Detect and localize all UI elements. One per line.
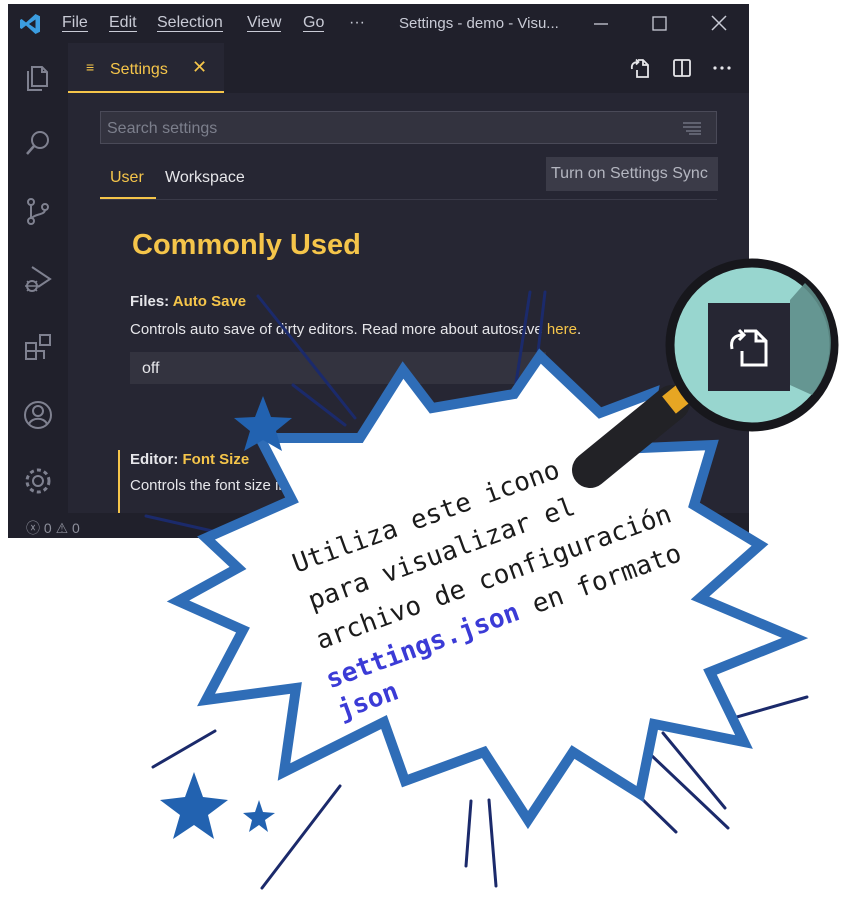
gear-icon[interactable]: [20, 463, 56, 499]
magnified-icon-panel: [708, 303, 790, 391]
extensions-icon[interactable]: [20, 329, 56, 365]
split-editor-icon[interactable]: [670, 56, 694, 80]
menu-edit[interactable]: Edit: [109, 14, 137, 32]
tab-strip: ≡ Settings ✕: [68, 43, 749, 93]
close-icon[interactable]: ✕: [192, 57, 207, 78]
chevron-down-icon: ⌄: [524, 358, 536, 374]
menu-more[interactable]: ···: [349, 14, 365, 32]
close-window-icon[interactable]: [704, 10, 734, 38]
window-title: Settings - demo - Visu...: [399, 15, 559, 32]
section-title: Commonly Used: [132, 229, 361, 261]
title-bar: File Edit Selection View Go ··· Settings…: [8, 4, 749, 43]
search-input[interactable]: Search settings: [100, 111, 717, 144]
modified-indicator: [118, 450, 120, 513]
tab-settings[interactable]: ≡ Settings ✕: [68, 43, 224, 93]
scope-tab-workspace[interactable]: Workspace: [165, 169, 245, 187]
menu-go[interactable]: Go: [303, 14, 325, 32]
problems-status[interactable]: ⓧ 0 ⚠ 0: [26, 518, 80, 538]
search-placeholder: Search settings: [107, 120, 218, 137]
font-size-title: Editor: Font Size: [130, 451, 250, 468]
maximize-icon[interactable]: [644, 10, 674, 38]
dropdown-value: off: [142, 360, 160, 377]
search-icon[interactable]: [20, 125, 56, 161]
settings-sync-button[interactable]: Turn on Settings Sync: [546, 157, 718, 191]
menu-file[interactable]: File: [62, 14, 88, 32]
files-icon[interactable]: [20, 58, 56, 94]
tab-label: Settings: [110, 61, 168, 78]
scope-tab-user[interactable]: User: [110, 169, 144, 187]
settings-editor: Search settings User Workspace Turn on S…: [68, 93, 749, 513]
menu-view[interactable]: View: [247, 14, 282, 32]
auto-save-name: Auto Save: [172, 293, 247, 310]
auto-save-dropdown[interactable]: off ⌄: [130, 352, 546, 384]
autosave-docs-link[interactable]: here: [547, 321, 577, 338]
settings-file-icon: ≡: [86, 59, 95, 75]
account-icon[interactable]: [20, 397, 56, 433]
vscode-window: File Edit Selection View Go ··· Settings…: [8, 4, 749, 538]
auto-save-title: Files: Auto Save: [130, 293, 247, 310]
filter-icon[interactable]: [682, 121, 702, 135]
star-icon: [243, 800, 275, 832]
minimize-icon[interactable]: [586, 10, 616, 38]
open-settings-json-icon: [730, 328, 768, 367]
scope-divider: [100, 199, 717, 200]
auto-save-description: Controls auto save of dirty editors. Rea…: [130, 321, 582, 338]
font-size-description: Controls the font size in pixels: [130, 477, 330, 494]
font-size-name: Font Size: [182, 451, 250, 468]
vscode-logo-icon: [20, 14, 40, 34]
more-actions-icon[interactable]: [710, 56, 734, 80]
active-scope-indicator: [100, 197, 156, 199]
activity-bar: [8, 43, 68, 513]
run-debug-icon[interactable]: [20, 261, 56, 297]
star-icon: [160, 772, 228, 839]
menu-selection[interactable]: Selection: [157, 14, 223, 32]
source-control-icon[interactable]: [20, 193, 56, 229]
open-settings-json-icon[interactable]: [628, 56, 652, 80]
